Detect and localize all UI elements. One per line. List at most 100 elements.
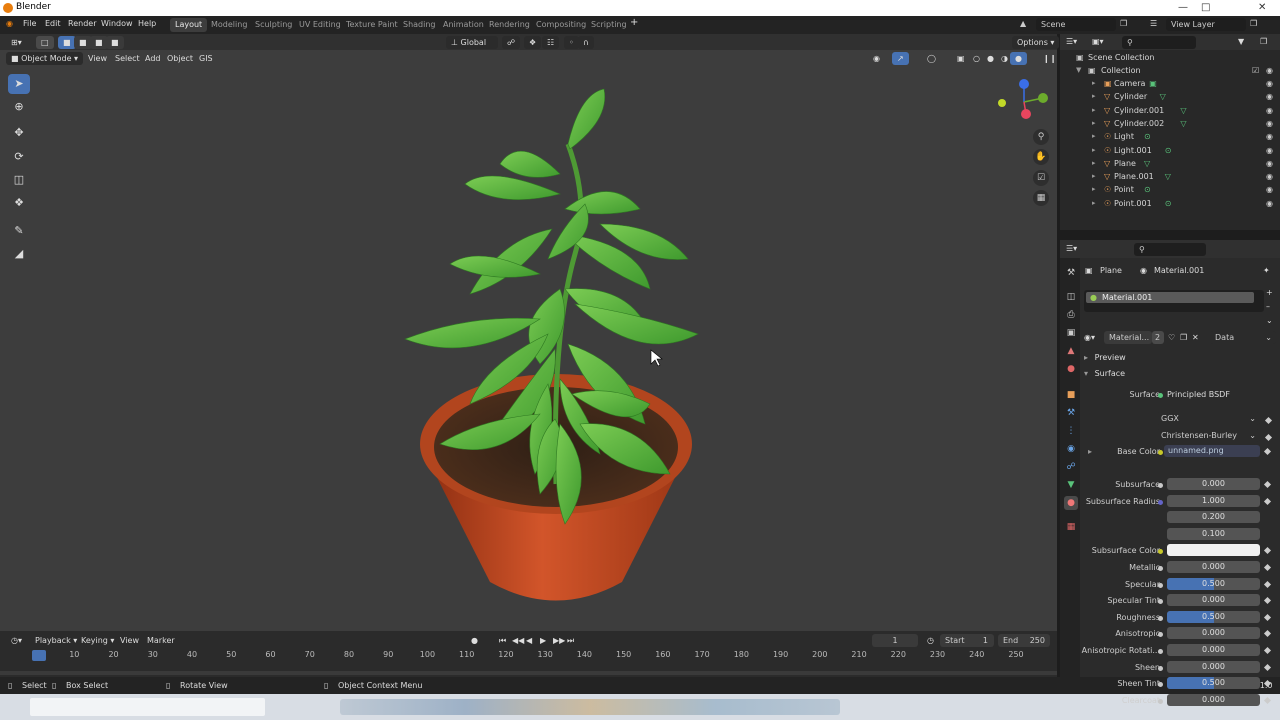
keyframe-icon[interactable] xyxy=(1263,597,1272,605)
world-tab-icon[interactable]: ● xyxy=(1064,362,1078,376)
collection-checkbox-icon[interactable]: ☑ xyxy=(1252,66,1259,75)
expand-triangle-icon[interactable]: ▸ xyxy=(1088,447,1092,456)
select-mode-extend-icon[interactable]: ■ xyxy=(74,36,92,49)
fake-user-icon[interactable]: ♡ xyxy=(1168,333,1175,342)
select-mode-subtract-icon[interactable]: ■ xyxy=(90,36,108,49)
tab-shading[interactable]: Shading xyxy=(398,18,441,32)
object-data-icon[interactable]: ▽ xyxy=(1160,92,1166,101)
keyframe-icon[interactable] xyxy=(1263,447,1272,456)
property-value-field[interactable]: 0.000 xyxy=(1167,627,1260,640)
output-tab-icon[interactable]: ⎙ xyxy=(1064,308,1078,322)
select-mode-invert-icon[interactable]: ■ xyxy=(106,36,124,49)
tool-tab-icon[interactable]: ⚒ xyxy=(1064,266,1078,280)
keyframe-icon[interactable] xyxy=(1263,663,1272,671)
menu-gis[interactable]: GIS xyxy=(194,52,218,65)
context-material[interactable]: Material.001 xyxy=(1154,266,1204,275)
eye-icon[interactable]: ◉ xyxy=(1266,66,1273,75)
surface-panel-header[interactable]: ▾ Surface xyxy=(1084,369,1125,381)
property-value-field[interactable]: 1.000 xyxy=(1167,494,1260,507)
tab-animation[interactable]: Animation xyxy=(438,18,489,32)
material-users-count[interactable]: 2 xyxy=(1152,331,1164,344)
property-value-field[interactable] xyxy=(1167,544,1260,557)
timeline-scrollbar[interactable] xyxy=(0,671,1057,675)
render-tab-icon[interactable]: ◫ xyxy=(1064,290,1078,304)
scene-tab-icon[interactable]: ▲ xyxy=(1064,344,1078,358)
object-data-icon[interactable]: ⊙ xyxy=(1165,199,1172,208)
close-icon[interactable]: ✕ xyxy=(1258,2,1266,13)
expand-triangle-icon[interactable]: ▸ xyxy=(1092,92,1096,100)
tab-sculpting[interactable]: Sculpting xyxy=(250,18,297,32)
slot-specials-icon[interactable]: ⌄ xyxy=(1266,316,1273,325)
taskbar-search[interactable] xyxy=(30,698,265,716)
gizmo-toggle-icon[interactable]: ↗ xyxy=(892,52,909,65)
expand-triangle-icon[interactable]: ▸ xyxy=(1092,79,1096,87)
rotate-tool-icon[interactable]: ⟳ xyxy=(8,147,30,167)
eye-icon[interactable]: ◉ xyxy=(1266,199,1273,208)
property-value-field[interactable]: 0.200 xyxy=(1167,511,1260,524)
tab-modeling[interactable]: Modeling xyxy=(206,18,252,32)
annotate-tool-icon[interactable]: ✎ xyxy=(8,221,30,241)
new-scene-icon[interactable]: ❐ xyxy=(1120,19,1127,28)
eye-icon[interactable]: ◉ xyxy=(1266,132,1273,141)
scene-icon[interactable]: ▲ xyxy=(1020,19,1026,28)
surface-shader-value[interactable]: Principled BSDF xyxy=(1167,390,1230,399)
expand-triangle-icon[interactable]: ▸ xyxy=(1092,185,1096,193)
base-color-texture[interactable]: unnamed.png xyxy=(1164,445,1260,457)
outliner-item-cylinder[interactable]: ▸ ▽ Cylinder ▽ ◉ xyxy=(1060,91,1280,104)
eye-icon[interactable]: ◉ xyxy=(1266,159,1273,168)
outliner-item-light-001[interactable]: ▸ ☉ Light.001 ⊙ ◉ xyxy=(1060,145,1280,158)
pin-icon[interactable]: ✦ xyxy=(1263,266,1270,275)
object-data-icon[interactable]: ▽ xyxy=(1144,159,1150,168)
modifier-tab-icon[interactable]: ⚒ xyxy=(1064,406,1078,420)
display-mode-icon[interactable]: ▣▾ xyxy=(1092,37,1104,46)
keyframe-icon[interactable] xyxy=(1263,480,1272,489)
scene-selector[interactable]: Scene xyxy=(1036,18,1116,31)
transform-tool-icon[interactable]: ❖ xyxy=(8,193,30,213)
perspective-toggle-icon[interactable]: ▦ xyxy=(1033,190,1049,206)
select-tool-icon[interactable]: □ xyxy=(36,36,54,49)
playhead[interactable] xyxy=(32,650,46,661)
scale-tool-icon[interactable]: ◫ xyxy=(8,170,30,190)
menu-edit[interactable]: Edit xyxy=(45,19,61,28)
outliner-item-point[interactable]: ▸ ☉ Point ⊙ ◉ xyxy=(1060,184,1280,197)
outliner-search[interactable]: ⚲ xyxy=(1122,36,1196,49)
options-dropdown[interactable]: Options ▾ xyxy=(1012,36,1060,49)
object-data-icon[interactable]: ▽ xyxy=(1180,119,1186,128)
expand-triangle-icon[interactable]: ▸ xyxy=(1092,199,1096,207)
view-layer-icon[interactable]: ☰ xyxy=(1150,19,1157,28)
material-slot[interactable]: ● Material.001 xyxy=(1086,292,1254,303)
eye-icon[interactable]: ◉ xyxy=(1266,146,1273,155)
add-workspace-icon[interactable]: + xyxy=(630,17,638,28)
constraints-tab-icon[interactable]: ☍ xyxy=(1064,460,1078,474)
menu-help[interactable]: Help xyxy=(138,19,156,28)
eye-icon[interactable]: ◉ xyxy=(1266,79,1273,88)
property-value-field[interactable]: 0.500 xyxy=(1167,677,1260,690)
shading-rendered-icon[interactable]: ● xyxy=(1010,52,1027,65)
snap-target-icon[interactable]: ☷ xyxy=(542,36,560,49)
object-data-icon[interactable]: ▽ xyxy=(1180,106,1186,115)
taskbar-apps[interactable] xyxy=(340,699,840,715)
transform-orientation-dropdown[interactable]: ⊥ Global xyxy=(446,36,498,49)
view-layer-selector[interactable]: View Layer xyxy=(1166,18,1246,31)
object-data-icon[interactable]: ⊙ xyxy=(1144,132,1151,141)
property-value-field[interactable]: 0.000 xyxy=(1167,561,1260,573)
object-data-icon[interactable]: ⊙ xyxy=(1165,146,1172,155)
measure-tool-icon[interactable]: ◢ xyxy=(8,244,30,264)
properties-search[interactable]: ⚲ xyxy=(1134,243,1206,256)
keyframe-icon[interactable] xyxy=(1263,497,1272,505)
keyframe-icon[interactable] xyxy=(1263,613,1272,621)
property-value-field[interactable]: 0.000 xyxy=(1167,594,1260,607)
link-dropdown[interactable]: Data ⌄ xyxy=(1210,331,1276,344)
zoom-icon[interactable]: ⚲ xyxy=(1033,129,1049,145)
falloff-icon[interactable]: ∩ xyxy=(578,36,594,49)
properties-editor-type-icon[interactable]: ☰▾ xyxy=(1066,244,1077,253)
tab-compositing[interactable]: Compositing xyxy=(531,18,591,32)
outliner-item-point-001[interactable]: ▸ ☉ Point.001 ⊙ ◉ xyxy=(1060,198,1280,211)
proportional-edit-icon[interactable]: ◦ xyxy=(564,36,579,49)
overlays-icon[interactable]: ◯ xyxy=(922,52,941,65)
keyframe-icon[interactable] xyxy=(1263,680,1272,688)
property-value-field[interactable]: 0.000 xyxy=(1167,644,1260,656)
duplicate-material-icon[interactable]: ❐ xyxy=(1180,333,1187,342)
camera-view-icon[interactable]: ☑ xyxy=(1033,170,1049,186)
keyframe-icon[interactable] xyxy=(1263,580,1272,588)
